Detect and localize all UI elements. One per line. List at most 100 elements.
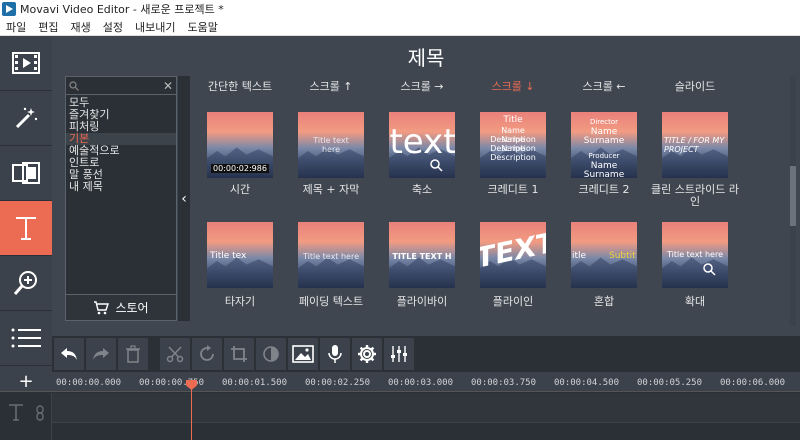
title-label-flyby: 플라이바이	[396, 295, 448, 308]
thumb-line: Name Surname	[583, 127, 625, 146]
ruler-tick: 00:00:03.000	[388, 378, 454, 388]
transition-icon	[12, 162, 40, 184]
color-adjust-button[interactable]	[256, 338, 286, 370]
title-thumb-credits-2[interactable]: Director Name Surname Producer Name Surn…	[571, 112, 637, 178]
titles-panel: 제목 ✕ 모두 즐겨찾기 피처링 기본 예술적으로 인트로 말 풍선 내 제목 …	[52, 36, 800, 336]
delete-button[interactable]	[118, 338, 148, 370]
rotate-button[interactable]	[192, 338, 222, 370]
category-my-titles[interactable]: 내 제목	[66, 181, 176, 193]
redo-button[interactable]	[86, 338, 116, 370]
ruler-tick: 00:00:02.250	[305, 378, 371, 388]
search-input[interactable]	[85, 80, 156, 91]
filters-button[interactable]	[0, 91, 52, 146]
ruler-tick: 00:00:04.500	[554, 378, 620, 388]
scrollbar-thumb[interactable]	[790, 166, 796, 226]
title-label-typewriter: 타자기	[224, 295, 256, 308]
header-scroll-down[interactable]: 스크롤 ↓	[468, 78, 558, 94]
thumb-text: itle	[572, 251, 587, 261]
zoom-button[interactable]	[0, 256, 52, 311]
title-thumb-credits-1[interactable]: Title Name Description Name Description …	[480, 112, 546, 178]
grid-scrollbar[interactable]	[790, 76, 796, 326]
magnifier-icon	[703, 263, 716, 276]
timeline: + 00:00:00.000 00:00:00.750 00:00:01.500…	[0, 371, 800, 440]
zoom-in-icon	[13, 271, 37, 295]
title-label-clean-stripe: 클린 스트라이드 라인	[651, 183, 739, 208]
title-track-controls	[0, 393, 52, 440]
crop-button[interactable]	[224, 338, 254, 370]
header-scroll-left[interactable]: 스크롤 ←	[559, 78, 649, 94]
time-ruler[interactable]: 00:00:00.000 00:00:00.750 00:00:01.500 0…	[52, 372, 800, 392]
equalizer-button[interactable]	[384, 338, 414, 370]
ruler-tick: 00:00:01.500	[222, 378, 288, 388]
menu-bar: 파일 편집 재생 설정 내보내기 도움말	[0, 18, 800, 36]
cut-button[interactable]	[160, 338, 190, 370]
menu-edit[interactable]: 편집	[32, 19, 64, 35]
scissors-icon	[166, 346, 184, 363]
trash-icon	[126, 345, 140, 363]
collapse-sidebar-button[interactable]: ‹	[178, 76, 190, 321]
menu-playback[interactable]: 재생	[65, 19, 97, 35]
menu-export[interactable]: 내보내기	[129, 19, 181, 35]
undo-icon	[61, 348, 77, 360]
add-track-button[interactable]: +	[0, 371, 52, 392]
title-thumb-fading-text[interactable]: Title text here	[298, 222, 364, 288]
style-headers: 간단한 텍스트 스크롤 ↑ 스크롤 → 스크롤 ↓ 스크롤 ← 슬라이드	[192, 78, 790, 94]
title-label-credits-2: 크레디트 2	[578, 183, 630, 196]
store-button[interactable]: 스토어	[66, 294, 176, 320]
equalizer-icon	[391, 346, 407, 362]
clip-properties-button[interactable]	[352, 338, 382, 370]
image-button[interactable]	[288, 338, 318, 370]
title-thumb-zoom-out[interactable]: text	[389, 112, 455, 178]
gear-icon	[358, 345, 376, 363]
thumb-text: Title text here	[666, 250, 724, 259]
undo-button[interactable]	[54, 338, 84, 370]
crop-icon	[231, 346, 247, 362]
clear-search-icon[interactable]: ✕	[163, 79, 173, 93]
titles-button[interactable]	[0, 201, 52, 256]
redo-icon	[93, 348, 109, 360]
text-track-icon	[9, 404, 23, 421]
title-thumb-typewriter[interactable]: Title tex	[207, 222, 273, 288]
menu-file[interactable]: 파일	[0, 19, 32, 35]
thumb-text: text	[389, 122, 455, 162]
title-label-time: 시간	[229, 183, 251, 196]
microphone-icon	[328, 345, 342, 363]
thumb-text: TITLE TEXT H	[392, 252, 452, 261]
menu-help[interactable]: 도움말	[181, 19, 223, 35]
header-slide[interactable]: 슬라이드	[650, 78, 740, 94]
title-thumb-time[interactable]: 00:00:02:986	[207, 112, 273, 178]
transitions-button[interactable]	[0, 146, 52, 201]
plus-icon: +	[18, 371, 34, 392]
header-simple-text[interactable]: 간단한 텍스트	[195, 78, 285, 94]
cart-icon	[94, 300, 110, 314]
header-scroll-right[interactable]: 스크롤 →	[377, 78, 467, 94]
ruler-tick: 00:00:00.000	[56, 378, 122, 388]
film-icon	[12, 52, 40, 74]
thumb-text: Title text here	[313, 136, 349, 154]
chevron-left-icon: ‹	[181, 190, 187, 207]
title-thumb-fly-in[interactable]: TEXT	[480, 222, 546, 288]
rotate-icon	[200, 345, 214, 361]
title-thumb-title-subtitle[interactable]: Title text here	[298, 112, 364, 178]
category-sidebar: ✕ 모두 즐겨찾기 피처링 기본 예술적으로 인트로 말 풍선 내 제목 스토어	[65, 76, 177, 321]
more-tools-button[interactable]	[0, 311, 52, 366]
header-scroll-up[interactable]: 스크롤 ↑	[286, 78, 376, 94]
record-voice-button[interactable]	[320, 338, 350, 370]
thumb-text: Title tex	[210, 251, 247, 261]
title-thumb-flyby[interactable]: TITLE TEXT H	[389, 222, 455, 288]
title-thumb-clean-stripe[interactable]: TITLE / FOR MY PROJECT	[662, 112, 728, 178]
link-icon[interactable]	[34, 405, 46, 421]
movavi-app-icon	[2, 2, 16, 16]
title-label-zoom-out: 축소	[411, 183, 433, 196]
title-thumb-mix[interactable]: itle Subtit	[571, 222, 637, 288]
window-title: Movavi Video Editor - 새로운 프로젝트 *	[20, 3, 224, 16]
magnifier-icon	[430, 159, 443, 172]
menu-settings[interactable]: 설정	[97, 19, 129, 35]
title-track[interactable]	[52, 393, 800, 423]
thumb-text: 00:00:02:986	[211, 164, 269, 173]
menu-list-icon	[11, 328, 41, 348]
import-media-button[interactable]	[0, 36, 52, 91]
title-thumb-zoom-in[interactable]: Title text here	[662, 222, 728, 288]
search-row: ✕	[66, 77, 176, 95]
thumb-line: Title	[503, 115, 523, 125]
